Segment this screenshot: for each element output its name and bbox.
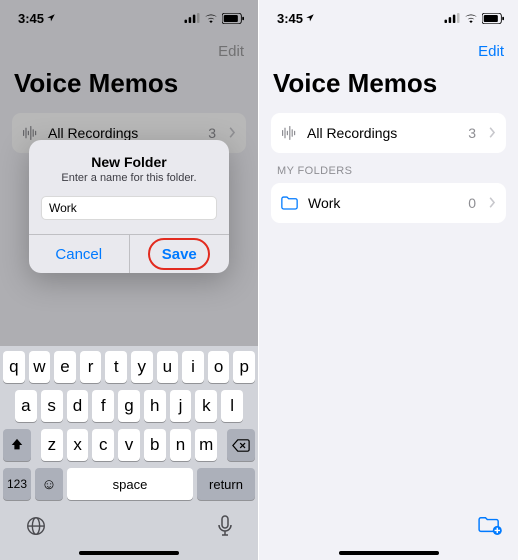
dialog-subtitle: Enter a name for this folder. <box>29 172 229 196</box>
key-n[interactable]: n <box>170 429 192 461</box>
row-count: 3 <box>468 125 476 141</box>
dictation-icon[interactable] <box>217 515 233 543</box>
status-time: 3:45 <box>18 11 44 26</box>
my-folders-header: MY FOLDERS <box>271 153 506 183</box>
page-title: Voice Memos <box>259 66 518 113</box>
home-indicator[interactable] <box>79 551 179 555</box>
wifi-icon <box>204 13 218 23</box>
space-key[interactable]: space <box>67 468 193 500</box>
key-g[interactable]: g <box>118 390 140 422</box>
bottom-toolbar <box>478 515 502 540</box>
location-icon <box>46 13 56 23</box>
cancel-button[interactable]: Cancel <box>29 235 129 273</box>
key-f[interactable]: f <box>92 390 114 422</box>
signal-icon <box>184 13 200 23</box>
chevron-right-icon <box>489 125 496 141</box>
save-button-label: Save <box>162 246 197 263</box>
row-count: 0 <box>468 195 476 211</box>
key-k[interactable]: k <box>195 390 217 422</box>
key-d[interactable]: d <box>67 390 89 422</box>
location-icon <box>305 13 315 23</box>
numbers-key[interactable]: 123 <box>3 468 31 500</box>
signal-icon <box>444 13 460 23</box>
status-bar: 3:45 <box>259 0 518 36</box>
key-z[interactable]: z <box>41 429 63 461</box>
key-a[interactable]: a <box>15 390 37 422</box>
key-y[interactable]: y <box>131 351 153 383</box>
key-q[interactable]: q <box>3 351 25 383</box>
key-r[interactable]: r <box>80 351 102 383</box>
new-folder-button[interactable] <box>478 522 502 539</box>
folder-icon <box>281 196 298 210</box>
key-b[interactable]: b <box>144 429 166 461</box>
key-l[interactable]: l <box>221 390 243 422</box>
dialog-title: New Folder <box>29 140 229 172</box>
key-j[interactable]: j <box>170 390 192 422</box>
row-label: Work <box>308 195 458 211</box>
emoji-key[interactable]: ☺ <box>35 468 63 500</box>
key-c[interactable]: c <box>92 429 114 461</box>
screen-folder-created: 3:45 Edit Voice Memos All Recordings 3 M… <box>259 0 518 560</box>
battery-icon <box>482 13 504 24</box>
key-o[interactable]: o <box>208 351 230 383</box>
key-t[interactable]: t <box>105 351 127 383</box>
return-key[interactable]: return <box>197 468 255 500</box>
nav-bar: Edit <box>259 36 518 66</box>
new-folder-dialog: New Folder Enter a name for this folder.… <box>29 140 229 273</box>
key-u[interactable]: u <box>157 351 179 383</box>
shift-key[interactable] <box>3 429 31 461</box>
key-x[interactable]: x <box>67 429 89 461</box>
waveform-icon <box>281 126 297 140</box>
key-p[interactable]: p <box>233 351 255 383</box>
wifi-icon <box>464 13 478 23</box>
status-time: 3:45 <box>277 11 303 26</box>
chevron-right-icon <box>489 195 496 211</box>
key-h[interactable]: h <box>144 390 166 422</box>
page-title: Voice Memos <box>0 66 258 113</box>
home-indicator[interactable] <box>339 551 439 555</box>
key-v[interactable]: v <box>118 429 140 461</box>
ios-keyboard: qwertyuiop asdfghjkl zxcvbnm 123 ☺ space… <box>0 346 258 560</box>
backspace-key[interactable] <box>227 429 255 461</box>
all-recordings-row[interactable]: All Recordings 3 <box>271 113 506 153</box>
edit-button[interactable]: Edit <box>478 43 504 60</box>
save-button[interactable]: Save <box>129 235 230 273</box>
key-s[interactable]: s <box>41 390 63 422</box>
row-label: All Recordings <box>48 125 198 141</box>
edit-button[interactable]: Edit <box>218 43 244 60</box>
globe-icon[interactable] <box>25 515 47 543</box>
waveform-icon <box>22 126 38 140</box>
key-e[interactable]: e <box>54 351 76 383</box>
key-m[interactable]: m <box>195 429 217 461</box>
battery-icon <box>222 13 244 24</box>
key-w[interactable]: w <box>29 351 51 383</box>
nav-bar: Edit <box>0 36 258 66</box>
folder-row-work[interactable]: Work 0 <box>271 183 506 223</box>
row-label: All Recordings <box>307 125 458 141</box>
row-count: 3 <box>208 125 216 141</box>
chevron-right-icon <box>229 125 236 141</box>
folder-name-input[interactable] <box>41 196 217 220</box>
key-i[interactable]: i <box>182 351 204 383</box>
status-bar: 3:45 <box>0 0 258 36</box>
screen-new-folder-dialog: 3:45 Edit Voice Memos All Recordings 3 N… <box>0 0 259 560</box>
